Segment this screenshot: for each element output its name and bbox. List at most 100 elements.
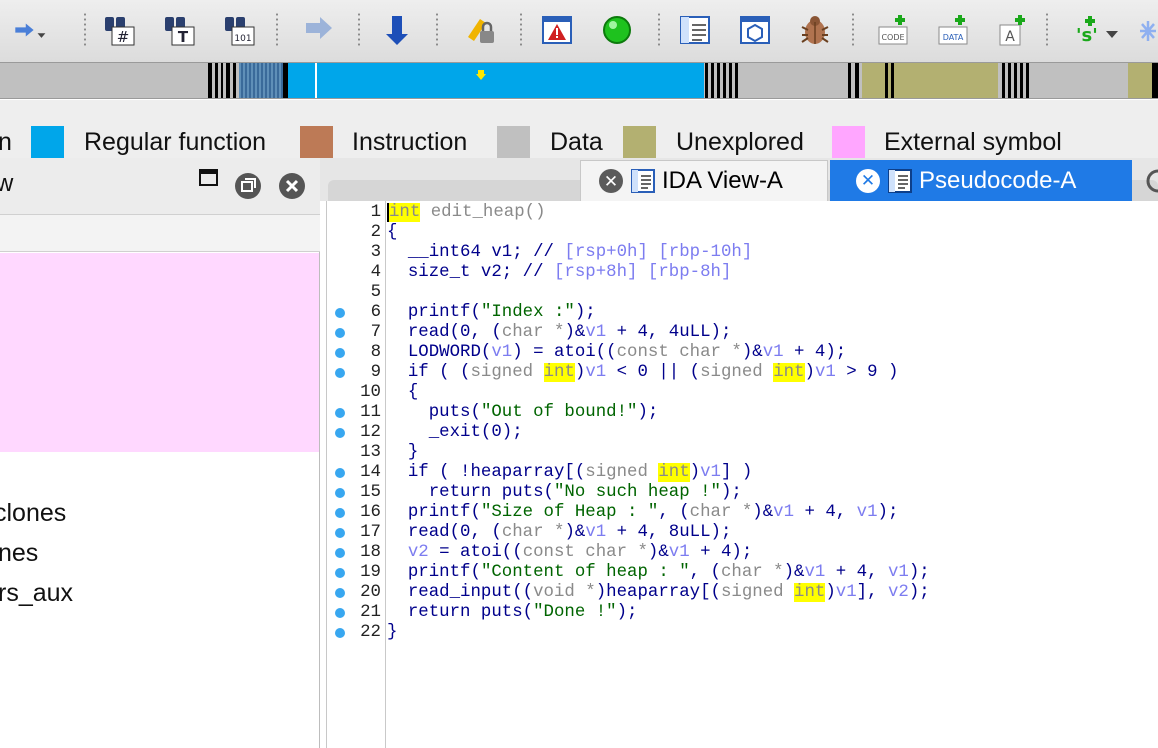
binoculars-text-icon[interactable]: T xyxy=(162,10,196,50)
disassembly-window-icon xyxy=(631,169,655,193)
code-line[interactable]: 1 int edit_heap() xyxy=(327,203,1158,223)
tab-label: IDA View-A xyxy=(662,167,783,194)
breakpoint-dot-icon[interactable] xyxy=(335,328,345,338)
code-line[interactable]: 20 read_input((void *)heaparray[(signed … xyxy=(327,583,1158,603)
code-token: )& xyxy=(564,323,586,342)
binoculars-hash-icon[interactable]: # xyxy=(102,10,136,50)
code-line[interactable]: 21 return puts("Done !"); xyxy=(327,603,1158,623)
code-token: ] ) xyxy=(720,463,753,482)
breakpoint-dot-icon[interactable] xyxy=(335,308,345,318)
code-line[interactable]: 2{ xyxy=(327,223,1158,243)
code-line[interactable]: 10 { xyxy=(327,383,1158,403)
code-line[interactable]: 18 v2 = atoi((const char *)&v1 + 4); xyxy=(327,543,1158,563)
code-token: edit_heap() xyxy=(420,203,546,222)
breakpoint-dot-icon[interactable] xyxy=(335,368,345,378)
code-token: ); xyxy=(720,483,742,502)
breakpoint-dot-icon[interactable] xyxy=(335,508,345,518)
sparkle-icon[interactable] xyxy=(1138,10,1158,50)
jump-arrow-icon[interactable] xyxy=(302,10,336,50)
green-circle-icon[interactable] xyxy=(600,10,634,50)
code-line[interactable]: 12 _exit(0); xyxy=(327,423,1158,443)
code-line[interactable]: 17 read(0, (char *)&v1 + 4, 8uLL); xyxy=(327,523,1158,543)
code-token: )& xyxy=(564,523,586,542)
code-line[interactable]: 9 if ( (signed int)v1 < 0 || (signed int… xyxy=(327,363,1158,383)
tab-close-icon[interactable]: ✕ xyxy=(599,169,623,193)
legend-label-unexplored: Unexplored xyxy=(676,128,804,156)
code-line[interactable]: 8 LODWORD(v1) = atoi((const char *)&v1 +… xyxy=(327,343,1158,363)
breakpoint-dot-icon[interactable] xyxy=(335,568,345,578)
list-item[interactable]: clones xyxy=(0,499,66,528)
code-token: int xyxy=(658,463,690,482)
breakpoint-dot-icon[interactable] xyxy=(335,628,345,638)
lock-pen-icon[interactable] xyxy=(464,10,498,50)
code-line[interactable]: 11 puts("Out of bound!"); xyxy=(327,403,1158,423)
breakpoint-dot-icon[interactable] xyxy=(335,468,345,478)
breakpoint-dot-icon[interactable] xyxy=(335,488,345,498)
code-text: read(0, (char *)&v1 + 4, 8uLL); xyxy=(387,523,732,543)
code-text: if ( (signed int)v1 < 0 || (signed int)v… xyxy=(387,363,898,383)
code-line[interactable]: 22} xyxy=(327,623,1158,643)
warning-window-icon[interactable] xyxy=(540,10,574,50)
list-item[interactable]: rs_aux xyxy=(0,579,73,608)
breakpoint-dot-icon[interactable] xyxy=(335,528,345,538)
structure-window-icon[interactable] xyxy=(738,10,772,50)
selected-rows-highlight[interactable] xyxy=(0,253,319,452)
code-line[interactable]: 3 __int64 v1; // [rsp+0h] [rbp-10h] xyxy=(327,243,1158,263)
code-token: = atoi(( xyxy=(428,543,523,562)
pseudocode-view[interactable]: 1 int edit_heap() 2{3 __int64 v1; // [rsp+… xyxy=(326,201,1158,748)
restore-icon[interactable] xyxy=(234,172,262,205)
breakpoint-dot-icon[interactable] xyxy=(335,408,345,418)
breakpoint-dot-icon[interactable] xyxy=(335,588,345,598)
tab-ida-view-a[interactable]: ✕ IDA View-A xyxy=(580,160,828,201)
list-item[interactable]: nes xyxy=(0,539,38,568)
line-number: 1 xyxy=(370,203,381,222)
breakpoint-dot-icon[interactable] xyxy=(335,548,345,558)
add-ascii-icon[interactable]: A xyxy=(996,10,1030,50)
code-token: signed xyxy=(720,583,795,602)
panel-header: w xyxy=(0,158,320,214)
bug-icon[interactable] xyxy=(798,10,832,50)
code-token: v1 xyxy=(762,343,784,362)
breakpoint-dot-icon[interactable] xyxy=(335,348,345,358)
maximize-icon[interactable] xyxy=(199,169,219,194)
code-line[interactable]: 14 if ( !heaparray[(signed int)v1] ) xyxy=(327,463,1158,483)
binoculars-binary-icon[interactable]: 101 xyxy=(222,10,256,50)
navigation-band[interactable] xyxy=(0,62,1158,99)
code-line[interactable]: 4 size_t v2; // [rsp+8h] [rbp-8h] xyxy=(327,263,1158,283)
tab-close-icon[interactable]: ✕ xyxy=(856,168,880,193)
add-code-icon[interactable]: CODE xyxy=(876,10,910,50)
code-text: printf("Size of Heap : ", (char *)&v1 + … xyxy=(387,503,899,523)
breakpoint-dot-icon[interactable] xyxy=(335,608,345,618)
code-line[interactable]: 6 printf("Index :"); xyxy=(327,303,1158,323)
code-line[interactable]: 16 printf("Size of Heap : ", (char *)&v1… xyxy=(327,503,1158,523)
code-line[interactable]: 15 return puts("No such heap !"); xyxy=(327,483,1158,503)
tab-pseudocode-a[interactable]: ✕ Pseudocode-A xyxy=(830,160,1132,201)
add-string-dropdown-icon[interactable]: 's' xyxy=(1064,10,1124,50)
code-token: } xyxy=(387,623,398,642)
code-line[interactable]: 7 read(0, (char *)&v1 + 4, 4uLL); xyxy=(327,323,1158,343)
code-text: return puts("No such heap !"); xyxy=(387,483,742,503)
code-token: int xyxy=(794,583,826,602)
legend-swatch-instruction xyxy=(300,126,333,159)
code-token: ) = atoi(( xyxy=(512,343,617,362)
code-line[interactable]: 19 printf("Content of heap : ", (char *)… xyxy=(327,563,1158,583)
svg-text:'s': 's' xyxy=(1076,25,1098,46)
forward-arrow-dropdown-icon[interactable] xyxy=(14,10,48,50)
line-number: 11 xyxy=(360,403,381,422)
code-line[interactable]: 5 xyxy=(327,283,1158,303)
line-number: 21 xyxy=(360,603,381,622)
tab-overflow-icon[interactable] xyxy=(1146,160,1158,201)
disassembly-window-icon[interactable] xyxy=(678,10,712,50)
step-down-arrow-icon[interactable] xyxy=(384,10,418,50)
code-line[interactable]: 13 } xyxy=(327,443,1158,463)
breakpoint-dot-icon[interactable] xyxy=(335,428,345,438)
close-icon[interactable] xyxy=(278,172,306,205)
add-data-icon[interactable]: DATA xyxy=(936,10,970,50)
svg-text:DATA: DATA xyxy=(943,33,964,42)
code-token: v1 xyxy=(835,583,857,602)
line-number: 5 xyxy=(370,283,381,302)
line-number: 12 xyxy=(360,423,381,442)
code-token: v1 xyxy=(585,323,607,342)
functions-panel: w clones nes rs_aux xyxy=(0,158,320,748)
code-text: if ( !heaparray[(signed int)v1] ) xyxy=(387,463,752,483)
